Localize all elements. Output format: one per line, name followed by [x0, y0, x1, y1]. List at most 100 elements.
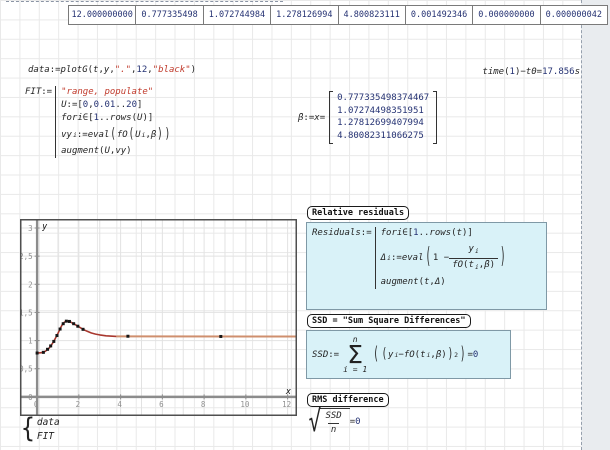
table-cell[interactable]: 0.001492346	[405, 6, 472, 24]
results-table[interactable]: 12.0000000000.7773354981.0727449841.2781…	[68, 5, 608, 25]
math-token: 0	[355, 416, 360, 428]
data-point	[59, 328, 62, 331]
math-token: s	[575, 66, 580, 78]
rms-result: = 0	[350, 416, 361, 428]
math-token: eval	[88, 125, 110, 145]
y-tick-label: 0,5	[20, 365, 33, 374]
expr-beta-matrix[interactable]: β := x = 0.7773354983744671.072744983519…	[298, 91, 437, 144]
math-token: fO	[404, 349, 415, 361]
table-cell[interactable]: 0.000000000	[472, 6, 539, 24]
table-cell[interactable]: 1.072744984	[203, 6, 270, 24]
math-token: "range, populate"	[61, 86, 153, 99]
label-ssd[interactable]: SSD = "Sum Square Differences"	[307, 314, 471, 328]
math-token: :=	[41, 86, 52, 98]
math-token: fO	[117, 125, 128, 145]
residuals-delta-post: )	[498, 240, 507, 276]
table-cell[interactable]: 0.777335498	[135, 6, 202, 24]
math-token: "black"	[153, 64, 191, 76]
ssd-lhs: SSD :=	[312, 349, 339, 361]
math-token: =	[320, 112, 325, 124]
math-token: (	[382, 345, 387, 364]
plot-region[interactable]: 32,521,510,50024681012yx	[20, 219, 297, 416]
math-token: )	[500, 214, 505, 302]
math-token: data	[28, 64, 50, 76]
sum-lower-limit: i = 1	[343, 365, 367, 374]
fit-line-for: for i ∈ [1..rows(U)]	[61, 112, 171, 125]
expr-fit-program[interactable]: FIT := "range, populate" U := [0, 0.01..…	[25, 86, 171, 158]
math-token: (	[373, 343, 378, 367]
plot-border	[21, 220, 297, 416]
math-token: y	[468, 244, 473, 255]
math-token: fO	[452, 260, 463, 271]
math-token: i	[475, 246, 479, 257]
data-point	[65, 320, 68, 323]
math-token: 0.01	[94, 99, 116, 112]
legend-item-data: data	[37, 416, 60, 430]
math-token: vy	[61, 125, 72, 145]
math-token: ]	[137, 99, 142, 112]
x-tick-label: 4	[117, 400, 122, 409]
data-point	[52, 340, 55, 343]
y-tick-label: 1,5	[20, 308, 33, 317]
matrix-rows: 0.7773354983744671.072744983519511.27812…	[333, 91, 433, 144]
expr-residuals-program[interactable]: Residuals := for i ∈ [1..rows(t)] Δi := …	[306, 222, 547, 310]
math-token: augment	[61, 145, 99, 158]
rms-numerator: SSD	[322, 411, 344, 423]
math-token: :=	[77, 125, 88, 145]
table-cell[interactable]: 12.000000000	[69, 6, 135, 24]
data-point	[49, 344, 52, 347]
expr-rms[interactable]: √ SSD n = 0	[306, 408, 361, 436]
expr-elapsed-time[interactable]: time(1) − t0 = 17.856 s	[441, 66, 580, 78]
fit-lhs: FIT :=	[25, 86, 52, 98]
data-point	[72, 322, 75, 325]
math-token: SSD	[325, 411, 341, 422]
x-axis-label: x	[285, 387, 292, 397]
math-token: 1 −	[433, 240, 449, 276]
page-margin	[581, 0, 610, 450]
residuals-line-augment: augment(t, Δ)	[381, 276, 508, 289]
table-cell[interactable]: 0.000000042	[540, 6, 607, 24]
math-token: :=	[50, 64, 61, 76]
math-token: "."	[115, 64, 131, 76]
data-point	[42, 351, 45, 354]
beta-lhs: β := x =	[298, 112, 325, 124]
math-token: plotG	[61, 64, 88, 76]
matrix-row: 1.27812699407994	[337, 118, 429, 130]
label-relative-residuals[interactable]: Relative residuals	[307, 206, 409, 220]
table-cell[interactable]: 4.800823111	[338, 6, 405, 24]
math-token: eval	[402, 240, 424, 276]
math-token: )	[165, 120, 170, 151]
x-tick-label: 0	[34, 400, 39, 409]
math-token: 2	[454, 349, 458, 361]
table-cell[interactable]: 1.278126994	[270, 6, 337, 24]
expr-data-plot[interactable]: data := plotG(t, y, ".", 12, "black")	[28, 64, 196, 76]
expr-ssd[interactable]: SSD := n Σ i = 1 ((yi − fO(ti, β))2) = 0	[306, 330, 511, 379]
fit-line-range: U := [0, 0.01..20]	[61, 99, 171, 112]
math-token: augment	[381, 276, 419, 289]
data-point	[126, 335, 129, 338]
sqrt-expression: √ SSD n	[306, 408, 350, 436]
math-token: vy	[115, 145, 126, 158]
residuals-delta-pre: Δi := eval(1 −	[381, 240, 450, 276]
math-token: (	[426, 214, 431, 302]
residuals-lhs: Residuals :=	[312, 227, 372, 239]
math-token: :=	[303, 112, 314, 124]
math-token: Residuals	[312, 227, 361, 239]
sqrt-body: SSD n	[319, 408, 349, 436]
rms-denominator: n	[328, 423, 339, 436]
data-point	[219, 335, 222, 338]
data-point	[62, 322, 65, 325]
residuals-program-body: for i ∈ [1..rows(t)] Δi := eval(1 − yi f…	[375, 227, 508, 289]
math-token: 17.856	[542, 66, 575, 78]
xy-plot[interactable]: 32,521,510,50024681012yx	[20, 219, 297, 416]
rms-fraction: SSD n	[322, 411, 344, 436]
math-token: )	[191, 64, 196, 76]
data-point	[82, 328, 85, 331]
y-tick-label: 1	[28, 337, 33, 346]
math-token: 20	[126, 99, 137, 112]
math-token: FIT	[25, 86, 41, 98]
fit-program-body: "range, populate" U := [0, 0.01..20] for…	[55, 86, 171, 158]
plot-legend[interactable]: { data FIT	[21, 416, 60, 443]
math-token: )	[441, 349, 446, 361]
math-token: (	[110, 120, 115, 151]
